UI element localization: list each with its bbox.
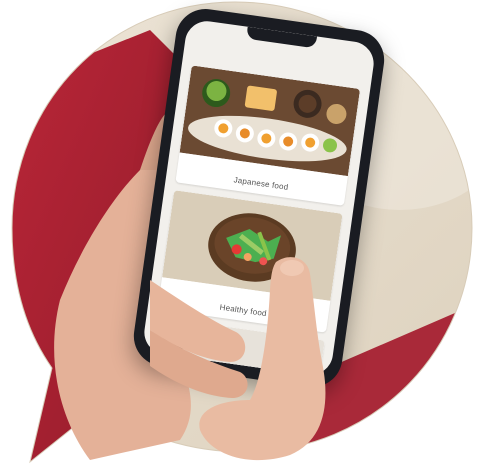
- right-hand: [150, 257, 326, 461]
- scene: Japanese food Healthy food: [0, 0, 485, 467]
